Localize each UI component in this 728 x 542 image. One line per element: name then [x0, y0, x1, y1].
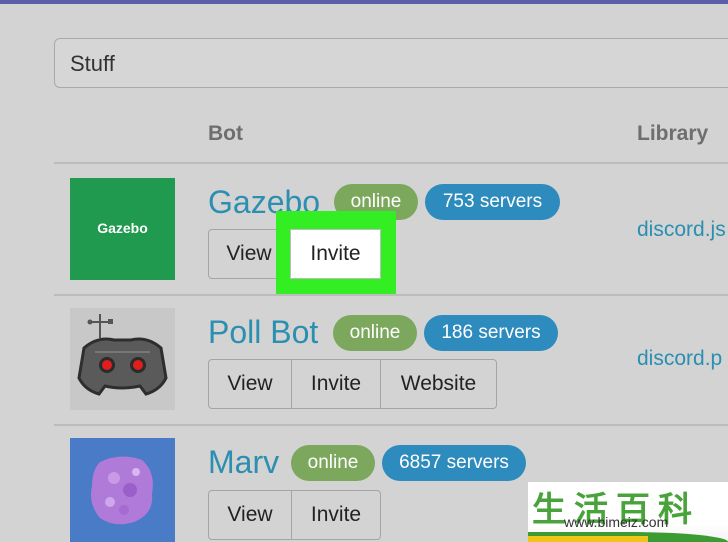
header-divider: [54, 162, 728, 164]
watermark: 生活百科 www.bimeiz.com: [528, 482, 728, 542]
bot-avatar: Gazebo: [70, 178, 175, 280]
invite-button[interactable]: Invite: [291, 359, 381, 409]
bot-name-link[interactable]: Poll Bot: [208, 314, 318, 351]
server-count-badge: 753 servers: [425, 184, 560, 220]
column-header-bot: Bot: [208, 122, 243, 145]
view-button[interactable]: View: [208, 490, 292, 540]
robot-discord-icon: [77, 314, 168, 396]
column-header-library: Library: [637, 122, 709, 145]
library-link[interactable]: discord.p: [637, 347, 722, 371]
status-badge: online: [291, 445, 375, 481]
purple-blob-icon: [91, 456, 153, 525]
bot-name-link[interactable]: Marv: [208, 444, 279, 481]
library-link[interactable]: discord.js: [637, 218, 726, 242]
row-divider: [54, 424, 728, 426]
search-input-value: Stuff: [70, 51, 115, 76]
page: Stuff Bot Library Gazebo Gazebo online 7…: [0, 0, 728, 542]
top-strip: [0, 0, 728, 4]
bot-avatar: [70, 438, 175, 542]
watermark-swoosh-accent: [528, 536, 648, 542]
bot-avatar: [70, 308, 175, 410]
status-badge: online: [333, 315, 417, 351]
row-divider: [54, 294, 728, 296]
invite-button[interactable]: Invite: [291, 490, 381, 540]
invite-button[interactable]: Invite: [290, 229, 381, 279]
server-count-badge: 186 servers: [424, 315, 558, 351]
view-button[interactable]: View: [208, 359, 292, 409]
website-button[interactable]: Website: [380, 359, 497, 409]
watermark-url: www.bimeiz.com: [564, 514, 669, 530]
server-count-badge: 6857 servers: [382, 445, 526, 481]
bot-avatar-logo-text: Gazebo: [97, 220, 148, 236]
search-input[interactable]: Stuff: [54, 38, 728, 88]
